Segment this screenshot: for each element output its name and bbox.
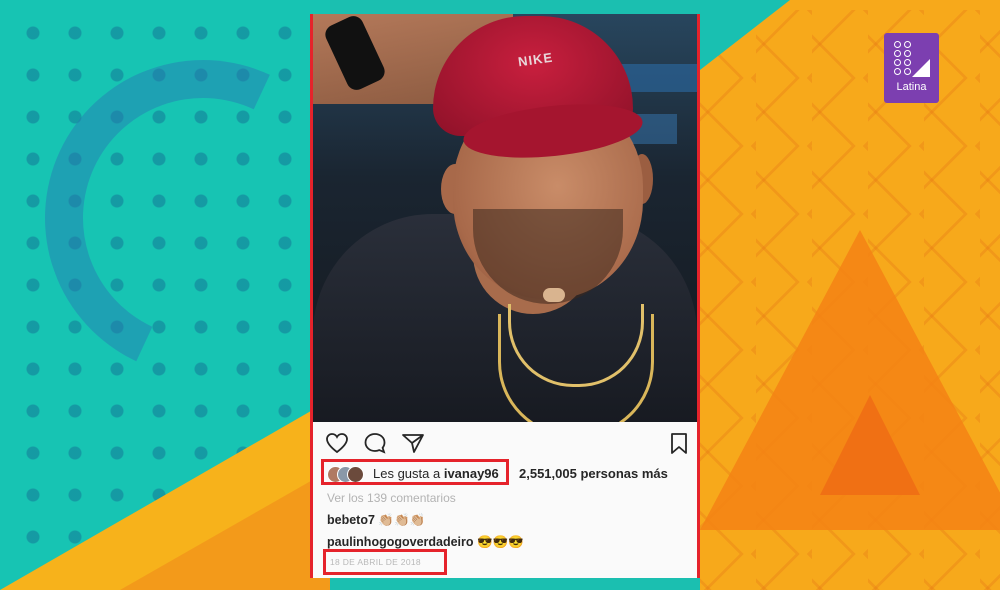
highlight-box-likes — [321, 459, 509, 485]
likes-row: Les gusta a ivanay96 2,551,005 personas … — [321, 459, 697, 487]
comment-text: 👏🏼👏🏼👏🏼 — [378, 513, 426, 527]
post-date: 18 DE ABRIL DE 2018 — [330, 557, 421, 567]
comment-username[interactable]: paulinhogogoverdadeiro — [327, 535, 474, 549]
instagram-post: NIKE Les gusta a ivanay96 2,551,005 pers… — [310, 14, 700, 578]
likes-count[interactable]: 2,551,005 personas más — [519, 466, 668, 481]
logo-mark-icon — [893, 41, 930, 77]
comment-text: 😎😎😎 — [477, 535, 524, 549]
channel-logo-text: Latina — [896, 81, 927, 93]
comment-item: bebeto7 👏🏼👏🏼👏🏼 — [327, 513, 425, 528]
share-icon[interactable] — [401, 432, 425, 454]
heart-icon[interactable] — [325, 432, 349, 454]
comment-item: paulinhogogoverdadeiro 😎😎😎 — [327, 535, 524, 550]
orange-shape — [120, 470, 330, 590]
comment-icon[interactable] — [363, 432, 387, 454]
bookmark-icon[interactable] — [667, 432, 691, 454]
channel-logo: Latina — [884, 33, 939, 103]
decorative-triangle-small — [820, 395, 920, 495]
post-actions — [313, 422, 697, 458]
highlight-box-date: 18 DE ABRIL DE 2018 — [323, 549, 447, 575]
post-photo: NIKE — [313, 14, 697, 422]
comment-username[interactable]: bebeto7 — [327, 513, 375, 527]
teal-corner-shape — [700, 0, 790, 70]
view-comments-link[interactable]: Ver los 139 comentarios — [327, 491, 456, 505]
